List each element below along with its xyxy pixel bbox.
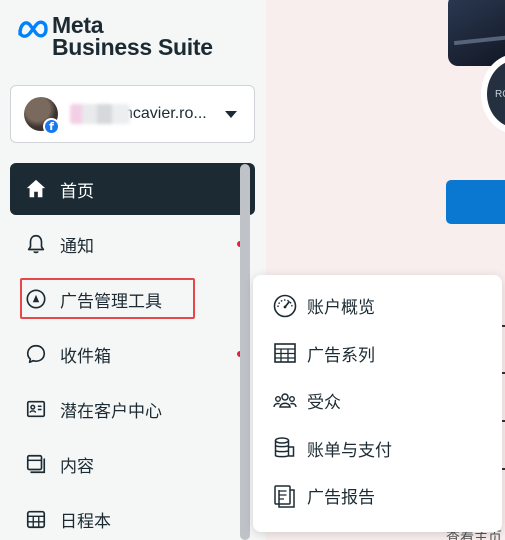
- sidebar-item-label: 潜在客户中心: [60, 401, 162, 421]
- menu-item-label: 账单与支付: [307, 440, 392, 460]
- sidebar-nav: 首页 通知 广告管理工具 收件箱 潜在客户中心 内容 日程本: [10, 163, 255, 540]
- redacted-name-block: [70, 104, 130, 124]
- sidebar-item-label: 广告管理工具: [60, 291, 162, 311]
- menu-item-ads-reporting[interactable]: 广告报告: [253, 472, 502, 520]
- sidebar-item-label: 内容: [60, 456, 94, 476]
- sidebar-item-inbox[interactable]: 收件箱: [10, 328, 255, 380]
- contact-card-icon: [24, 397, 48, 421]
- menu-item-label: 受众: [307, 393, 341, 413]
- account-switcher[interactable]: f hcavier.ro...: [10, 85, 255, 143]
- menu-item-billing[interactable]: 账单与支付: [253, 425, 502, 473]
- menu-item-account-overview[interactable]: 账户概览: [253, 282, 502, 330]
- calendar-icon: [24, 507, 48, 531]
- sidebar-scrollbar[interactable]: [240, 164, 250, 540]
- primary-action-button[interactable]: [446, 180, 505, 224]
- gauge-icon: [271, 292, 299, 320]
- caret-down-icon[interactable]: [225, 111, 237, 118]
- sidebar-item-leads-center[interactable]: 潜在客户中心: [10, 383, 255, 435]
- profile-picture-initials: RO: [487, 60, 505, 128]
- sidebar-item-label: 收件箱: [60, 346, 111, 366]
- sidebar-item-label: 通知: [60, 236, 94, 256]
- account-name: hcavier.ro...: [124, 105, 207, 122]
- sidebar-item-label: 日程本: [60, 511, 111, 531]
- meta-infinity-logo-icon: [18, 20, 48, 38]
- sidebar-item-home[interactable]: 首页: [10, 163, 255, 215]
- cover-image-stripe: [453, 34, 505, 46]
- facebook-icon: f: [43, 118, 60, 135]
- ads-manager-flyout-menu: 账户概览 广告系列 受众 账单与支付 广告报告: [253, 275, 502, 532]
- coins-icon: [271, 434, 299, 462]
- menu-item-label: 广告报告: [307, 488, 375, 508]
- menu-item-campaigns[interactable]: 广告系列: [253, 330, 502, 378]
- menu-item-label: 广告系列: [307, 345, 375, 365]
- sidebar-item-planner[interactable]: 日程本: [10, 493, 255, 540]
- ads-manager-icon: [24, 287, 48, 311]
- chat-bubble-icon: [24, 342, 48, 366]
- sidebar-item-ads-manager[interactable]: 广告管理工具: [10, 273, 255, 325]
- cover-image: [448, 0, 505, 66]
- sidebar-item-label: 首页: [60, 181, 94, 201]
- avatar: f: [24, 97, 60, 135]
- report-icon: [271, 482, 299, 510]
- left-sidebar: Meta Business Suite f hcavier.ro... 首页 通…: [0, 0, 266, 540]
- meta-business-suite-logo[interactable]: Meta Business Suite: [16, 14, 213, 60]
- sidebar-item-content[interactable]: 内容: [10, 438, 255, 490]
- table-icon: [271, 339, 299, 367]
- people-icon: [271, 387, 299, 415]
- content-icon: [24, 452, 48, 476]
- brand-line-2: Business Suite: [52, 34, 213, 60]
- bell-icon: [24, 232, 48, 256]
- page-profile-picture[interactable]: RO: [481, 54, 505, 134]
- brand-name: Meta Business Suite: [52, 14, 213, 60]
- home-icon: [24, 177, 48, 201]
- menu-item-audiences[interactable]: 受众: [253, 377, 502, 425]
- sidebar-item-notifications[interactable]: 通知: [10, 218, 255, 270]
- menu-item-label: 账户概览: [307, 298, 375, 318]
